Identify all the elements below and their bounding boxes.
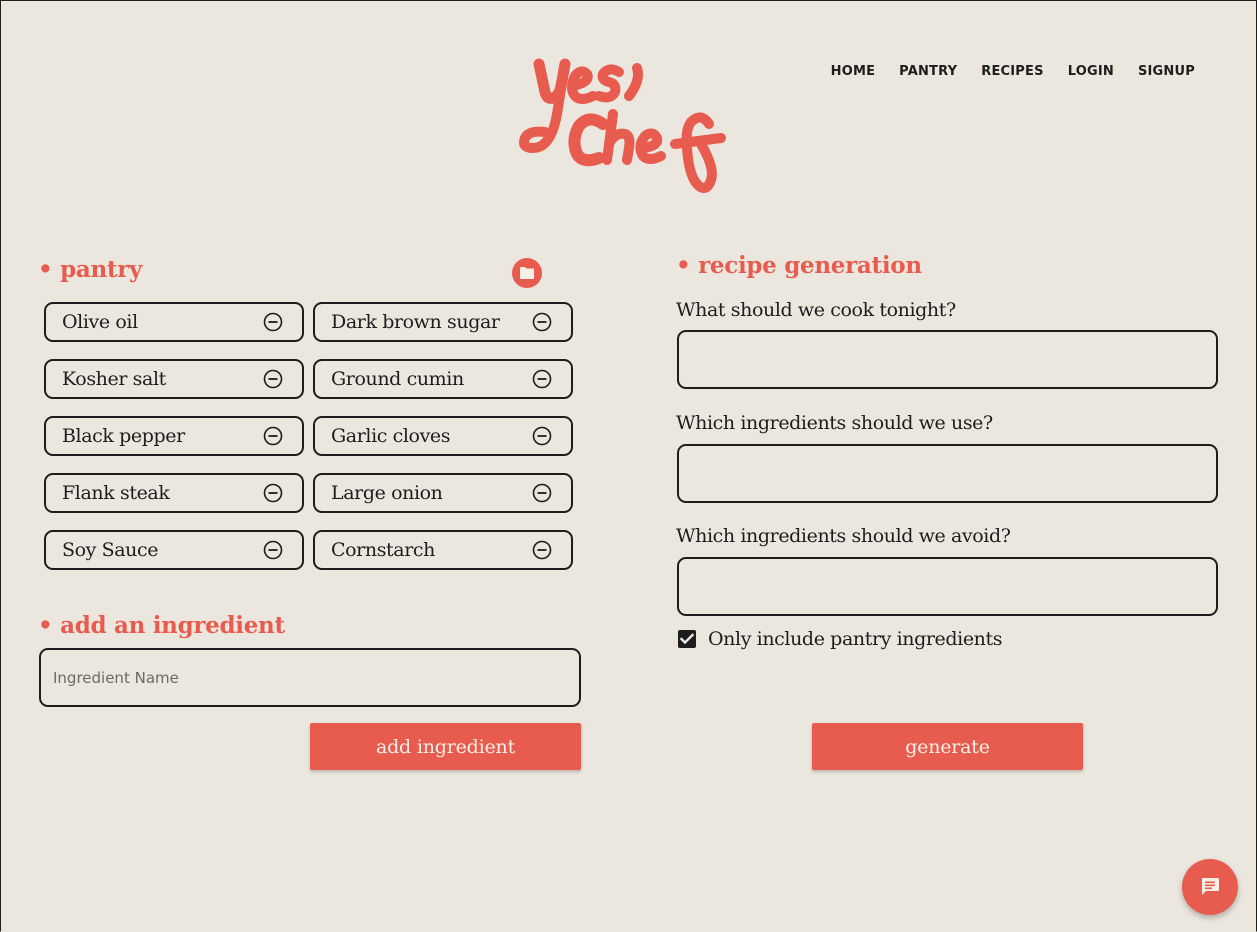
minus-circle-icon: [532, 483, 552, 503]
pantry-item-label: Flank steak: [62, 482, 170, 504]
folder-icon: [520, 267, 534, 279]
remove-item-button[interactable]: [263, 540, 283, 560]
pantry-item: Large onion: [313, 473, 573, 513]
pantry-item-label: Dark brown sugar: [331, 311, 500, 333]
add-ingredient-title: • add an ingredient: [38, 612, 285, 639]
minus-circle-icon: [263, 369, 283, 389]
minus-circle-icon: [263, 540, 283, 560]
use-ingredients-label: Which ingredients should we use?: [676, 412, 993, 434]
chat-icon: [1202, 878, 1219, 895]
add-ingredient-button[interactable]: add ingredient: [310, 723, 581, 770]
pantry-item: Black pepper: [44, 416, 304, 456]
pantry-item-label: Soy Sauce: [62, 539, 159, 561]
generate-button[interactable]: generate: [812, 723, 1083, 770]
ingredient-name-input[interactable]: [39, 648, 581, 707]
remove-item-button[interactable]: [263, 312, 283, 332]
pantry-item: Cornstarch: [313, 530, 573, 570]
minus-circle-icon: [263, 483, 283, 503]
pantry-item-label: Ground cumin: [331, 368, 464, 390]
pantry-item: Flank steak: [44, 473, 304, 513]
pantry-item-label: Olive oil: [62, 311, 138, 333]
pantry-only-checkbox[interactable]: [678, 630, 696, 648]
remove-item-button[interactable]: [532, 426, 552, 446]
remove-item-button[interactable]: [532, 369, 552, 389]
pantry-title: • pantry: [38, 256, 143, 283]
pantry-item: Dark brown sugar: [313, 302, 573, 342]
remove-item-button[interactable]: [263, 369, 283, 389]
pantry-item: Olive oil: [44, 302, 304, 342]
pantry-only-label: Only include pantry ingredients: [708, 628, 1003, 650]
pantry-item-label: Cornstarch: [331, 539, 435, 561]
minus-circle-icon: [532, 540, 552, 560]
minus-circle-icon: [263, 426, 283, 446]
cook-tonight-label: What should we cook tonight?: [676, 299, 956, 321]
yes-chef-logo-icon: [519, 58, 726, 193]
pantry-item-label: Black pepper: [62, 425, 185, 447]
nav-pantry[interactable]: PANTRY: [899, 64, 957, 79]
nav-signup[interactable]: SIGNUP: [1138, 64, 1195, 79]
check-icon: [680, 633, 694, 645]
avoid-ingredients-input[interactable]: [677, 557, 1218, 616]
minus-circle-icon: [263, 312, 283, 332]
remove-item-button[interactable]: [532, 483, 552, 503]
remove-item-button[interactable]: [532, 540, 552, 560]
minus-circle-icon: [532, 312, 552, 332]
pantry-item-label: Garlic cloves: [331, 425, 451, 447]
pantry-item: Soy Sauce: [44, 530, 304, 570]
pantry-item-label: Large onion: [331, 482, 443, 504]
cook-tonight-input[interactable]: [677, 330, 1218, 389]
pantry-list: Olive oil Dark brown sugar Kosher salt G…: [44, 302, 573, 570]
main-nav: HOME PANTRY RECIPES LOGIN SIGNUP: [831, 64, 1195, 79]
remove-item-button[interactable]: [532, 312, 552, 332]
remove-item-button[interactable]: [263, 483, 283, 503]
minus-circle-icon: [532, 369, 552, 389]
pantry-item: Ground cumin: [313, 359, 573, 399]
remove-item-button[interactable]: [263, 426, 283, 446]
nav-recipes[interactable]: RECIPES: [981, 64, 1043, 79]
avoid-ingredients-label: Which ingredients should we avoid?: [676, 525, 1011, 547]
pantry-item: Kosher salt: [44, 359, 304, 399]
minus-circle-icon: [532, 426, 552, 446]
pantry-item-label: Kosher salt: [62, 368, 166, 390]
logo[interactable]: [515, 52, 745, 202]
pantry-item: Garlic cloves: [313, 416, 573, 456]
pantry-only-option: Only include pantry ingredients: [678, 628, 1003, 650]
use-ingredients-input[interactable]: [677, 444, 1218, 503]
nav-home[interactable]: HOME: [831, 64, 876, 79]
recipe-generation-title: • recipe generation: [676, 252, 922, 279]
chat-button[interactable]: [1182, 859, 1238, 915]
nav-login[interactable]: LOGIN: [1068, 64, 1114, 79]
folder-button[interactable]: [512, 258, 542, 288]
